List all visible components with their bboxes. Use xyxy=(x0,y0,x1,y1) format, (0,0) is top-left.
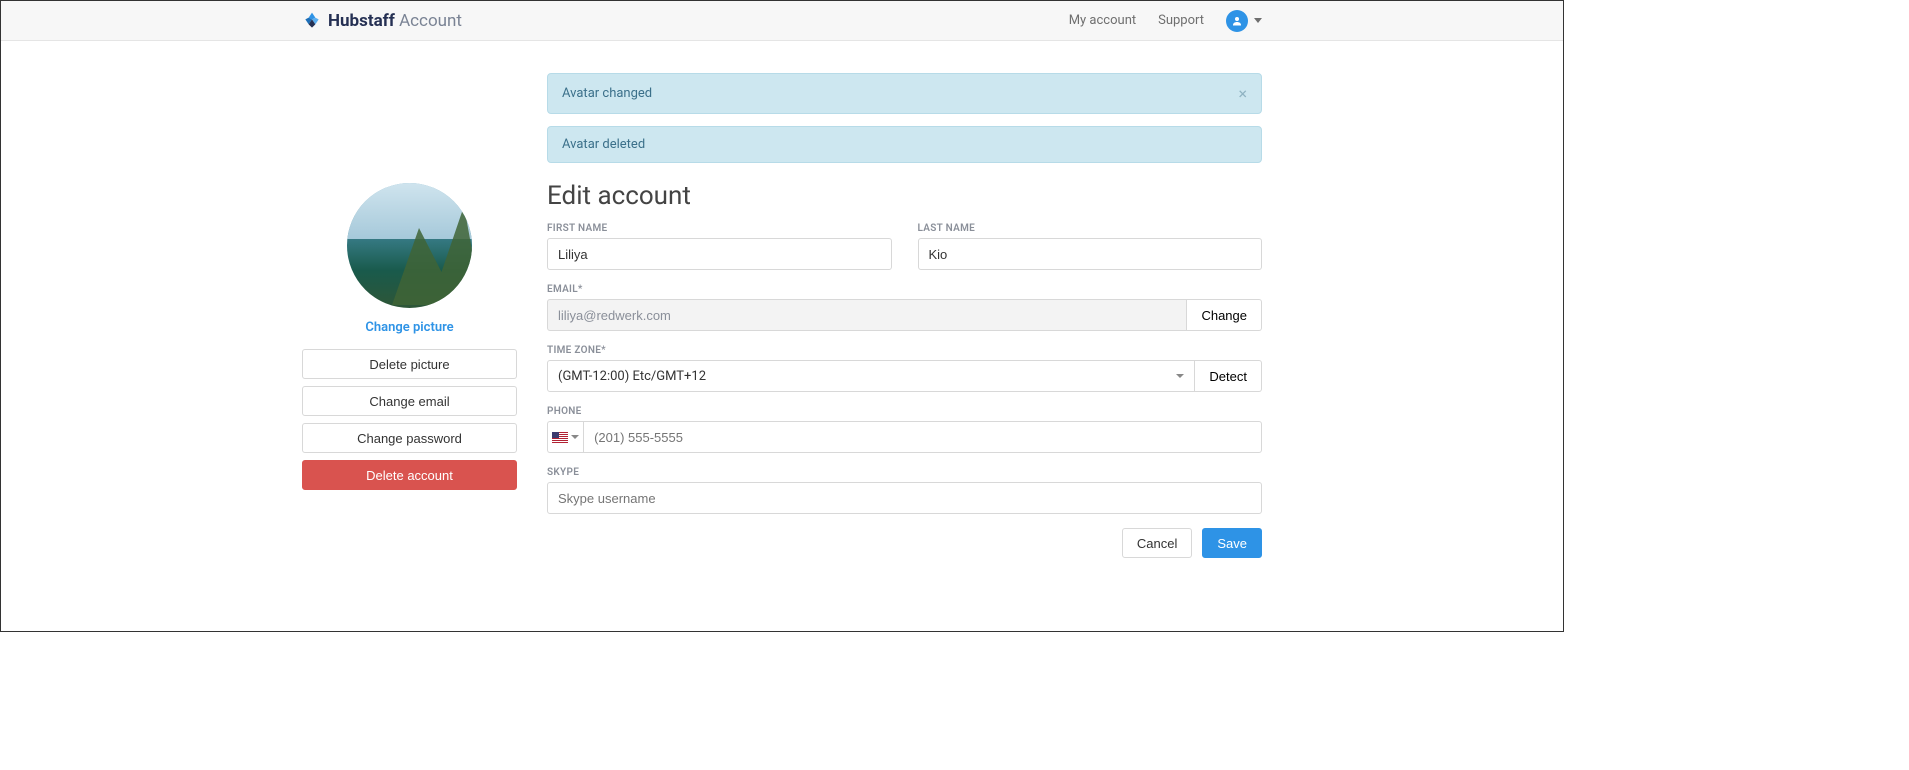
page-title: Edit account xyxy=(547,181,1262,211)
alert-text: Avatar changed xyxy=(562,86,652,101)
email-input xyxy=(547,299,1187,331)
chevron-down-icon xyxy=(1176,374,1184,378)
user-icon xyxy=(1231,15,1243,27)
delete-picture-button[interactable]: Delete picture xyxy=(302,349,517,379)
alert-avatar-changed: Avatar changed × xyxy=(547,73,1262,114)
label-email: EMAIL* xyxy=(547,284,1262,295)
change-email-inline-button[interactable]: Change xyxy=(1187,299,1262,331)
profile-avatar xyxy=(347,183,472,308)
edit-account-form: Avatar changed × Avatar deleted Edit acc… xyxy=(547,73,1262,558)
nav-my-account[interactable]: My account xyxy=(1069,13,1136,28)
detect-timezone-button[interactable]: Detect xyxy=(1195,360,1262,392)
hubstaff-logo-icon xyxy=(302,11,322,31)
alert-avatar-deleted: Avatar deleted xyxy=(547,126,1262,163)
cancel-button[interactable]: Cancel xyxy=(1122,528,1192,558)
chevron-down-icon xyxy=(571,435,579,439)
profile-sidebar: Change picture Delete picture Change ema… xyxy=(302,73,517,490)
delete-account-button[interactable]: Delete account xyxy=(302,460,517,490)
alert-text: Avatar deleted xyxy=(562,137,645,152)
close-icon[interactable]: × xyxy=(1238,84,1247,103)
change-picture-link[interactable]: Change picture xyxy=(365,320,453,335)
phone-input[interactable] xyxy=(583,421,1262,453)
label-time-zone: TIME ZONE* xyxy=(547,345,1262,356)
caret-down-icon xyxy=(1254,18,1262,23)
label-first-name: FIRST NAME xyxy=(547,223,892,234)
label-phone: PHONE xyxy=(547,406,1262,417)
user-menu-dropdown[interactable] xyxy=(1226,10,1262,32)
brand-section: Account xyxy=(399,11,462,31)
label-skype: SKYPE xyxy=(547,467,1262,478)
save-button[interactable]: Save xyxy=(1202,528,1262,558)
us-flag-icon xyxy=(552,432,568,443)
change-password-button[interactable]: Change password xyxy=(302,423,517,453)
user-avatar-small xyxy=(1226,10,1248,32)
first-name-input[interactable] xyxy=(547,238,892,270)
time-zone-value: (GMT-12:00) Etc/GMT+12 xyxy=(558,369,706,384)
label-last-name: LAST NAME xyxy=(918,223,1263,234)
brand-logo[interactable]: Hubstaff Account xyxy=(302,11,462,31)
brand-name: Hubstaff xyxy=(328,11,395,31)
time-zone-select[interactable]: (GMT-12:00) Etc/GMT+12 xyxy=(547,360,1195,392)
phone-country-picker[interactable] xyxy=(547,421,583,453)
last-name-input[interactable] xyxy=(918,238,1263,270)
skype-input[interactable] xyxy=(547,482,1262,514)
change-email-button[interactable]: Change email xyxy=(302,386,517,416)
nav-support[interactable]: Support xyxy=(1158,13,1204,28)
top-bar: Hubstaff Account My account Support xyxy=(1,1,1563,41)
